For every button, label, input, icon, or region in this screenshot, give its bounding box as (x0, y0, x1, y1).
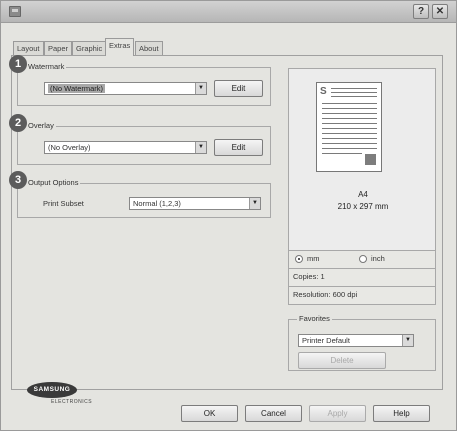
inch-label: inch (371, 254, 385, 263)
text-line (322, 153, 362, 154)
text-line (322, 138, 377, 139)
text-line (322, 118, 377, 119)
text-line (331, 96, 377, 97)
page-preview: S A4 210 x 297 mm (288, 68, 436, 251)
overlay-edit-button[interactable]: Edit (214, 139, 263, 156)
chevron-down-icon: ▼ (402, 335, 413, 346)
overlay-value: (No Overlay) (48, 143, 91, 152)
close-icon[interactable]: ✕ (432, 4, 448, 19)
text-line (322, 143, 377, 144)
paper-size: 210 x 297 mm (337, 202, 389, 211)
watermark-edit-button[interactable]: Edit (214, 80, 263, 97)
callout-badge-2: 2 (9, 114, 27, 132)
image-block-icon (365, 154, 376, 165)
watermark-value: (No Watermark) (48, 84, 106, 93)
tab-paper[interactable]: Paper (44, 41, 73, 55)
title-bar: ? ✕ (1, 1, 456, 23)
help-title-button[interactable]: ? (413, 4, 429, 19)
output-options-label: Output Options (26, 178, 81, 187)
tab-graphic[interactable]: Graphic (72, 41, 107, 55)
overlay-select[interactable]: (No Overlay) ▼ (44, 141, 207, 154)
delete-favorite-button[interactable]: Delete (298, 352, 386, 369)
copies-info: Copies: 1 (288, 269, 436, 287)
apply-button[interactable]: Apply (309, 405, 366, 422)
printer-icon (9, 6, 21, 17)
help-button[interactable]: Help (373, 405, 430, 422)
print-subset-select[interactable]: Normal (1,2,3) ▼ (129, 197, 261, 210)
text-line (322, 108, 377, 109)
mm-label: mm (307, 254, 320, 263)
tab-about[interactable]: About (135, 41, 163, 55)
text-line (331, 92, 377, 93)
cancel-button[interactable]: Cancel (245, 405, 302, 422)
favorites-label: Favorites (297, 314, 332, 323)
tab-extras[interactable]: Extras (105, 38, 135, 56)
favorites-select[interactable]: Printer Default ▼ (298, 334, 414, 347)
tab-layout[interactable]: Layout (13, 41, 44, 55)
text-line (322, 128, 377, 129)
samsung-logo-subtitle: ELECTRONICS (51, 399, 93, 405)
chevron-down-icon: ▼ (195, 142, 206, 153)
page-thumbnail: S (316, 82, 382, 172)
callout-badge-1: 1 (9, 55, 27, 73)
inch-radio[interactable] (359, 255, 367, 263)
paper-name: A4 (358, 190, 368, 199)
text-line (322, 148, 377, 149)
chevron-down-icon: ▼ (195, 83, 206, 94)
resolution-info: Resolution: 600 dpi (288, 287, 436, 305)
page-letter: S (320, 86, 327, 97)
text-line (322, 133, 377, 134)
watermark-select[interactable]: (No Watermark) ▼ (44, 82, 207, 95)
units-row: mm inch (288, 251, 436, 269)
text-line (322, 123, 377, 124)
chevron-down-icon: ▼ (249, 198, 260, 209)
ok-button[interactable]: OK (181, 405, 238, 422)
text-line (322, 113, 377, 114)
print-subset-label: Print Subset (43, 199, 84, 208)
text-line (331, 88, 377, 89)
printer-properties-dialog: ? ✕ Layout Paper Graphic Extras About 1 … (0, 0, 457, 431)
overlay-label: Overlay (26, 121, 56, 130)
print-subset-value: Normal (1,2,3) (133, 199, 181, 208)
mm-radio[interactable] (295, 255, 303, 263)
watermark-label: Watermark (26, 62, 67, 71)
text-line (322, 103, 377, 104)
callout-badge-3: 3 (9, 171, 27, 189)
favorites-value: Printer Default (302, 336, 350, 345)
samsung-logo: SAMSUNG (27, 382, 77, 398)
